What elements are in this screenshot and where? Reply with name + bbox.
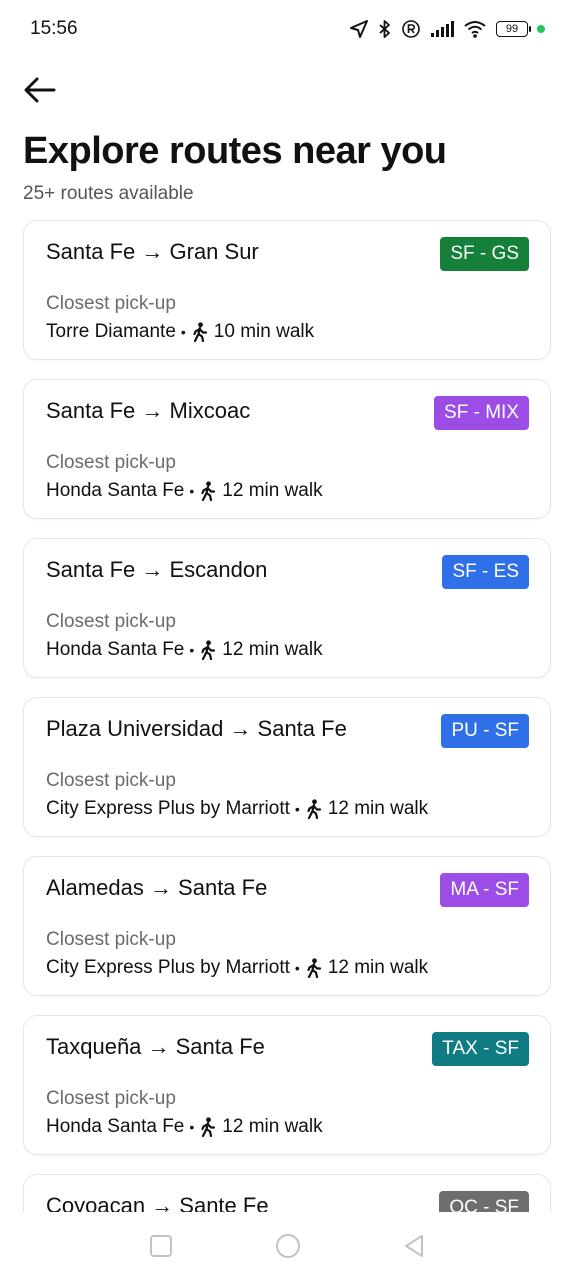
back-button[interactable] <box>20 70 60 110</box>
pickup-place: Honda Santa Fe <box>46 639 185 660</box>
pickup-info: Honda Santa Fe • 12 min walk <box>46 639 323 661</box>
pickup-info: Torre Diamante • 10 min walk <box>46 321 314 343</box>
route-card[interactable]: Alamedas → Santa Fe MA - SF Closest pick… <box>23 856 551 996</box>
route-badge: MA - SF <box>440 873 529 907</box>
green-dot <box>537 25 545 33</box>
route-badge: PU - SF <box>441 714 529 748</box>
separator-dot: • <box>294 801 300 817</box>
pickup-place: City Express Plus by Marriott <box>46 957 290 978</box>
separator-dot: • <box>189 642 195 658</box>
separator-dot: • <box>189 483 195 499</box>
location-arrow-icon <box>350 20 368 38</box>
route-card[interactable]: Santa Fe → Escandon SF - ES Closest pick… <box>23 538 551 678</box>
walking-person-icon <box>199 640 217 660</box>
walk-time: 12 min walk <box>222 480 323 501</box>
route-card[interactable]: Plaza Universidad → Santa Fe PU - SF Clo… <box>23 697 551 837</box>
status-bar: 15:56 99 <box>0 0 575 58</box>
walking-person-icon <box>199 481 217 501</box>
signal-icon <box>431 21 454 37</box>
walk-time: 12 min walk <box>222 639 323 660</box>
route-badge: SF - ES <box>442 555 529 589</box>
route-name: Santa Fe → Escandon <box>46 557 268 582</box>
arrow-left-icon <box>24 77 56 103</box>
walking-person-icon <box>191 322 209 342</box>
routes-list[interactable]: Santa Fe → Gran Sur SF - GS Closest pick… <box>0 218 575 1212</box>
pickup-info: City Express Plus by Marriott • 12 min w… <box>46 798 428 820</box>
pickup-label: Closest pick-up <box>46 1088 176 1109</box>
pickup-info: City Express Plus by Marriott • 12 min w… <box>46 957 428 979</box>
walk-time: 12 min walk <box>222 1116 323 1137</box>
pickup-label: Closest pick-up <box>46 293 176 314</box>
battery-icon: 99 <box>496 21 531 37</box>
pickup-place: Honda Santa Fe <box>46 480 185 501</box>
system-nav-bar <box>0 1212 575 1280</box>
route-name: Coyoacan → Sante Fe <box>46 1193 269 1212</box>
wifi-icon <box>464 21 486 38</box>
route-name: Plaza Universidad → Santa Fe <box>46 716 347 741</box>
pickup-label: Closest pick-up <box>46 611 176 632</box>
route-card[interactable]: Santa Fe → Gran Sur SF - GS Closest pick… <box>23 220 551 360</box>
status-icons: 99 <box>349 19 545 39</box>
route-card[interactable]: Taxqueña → Santa Fe TAX - SF Closest pic… <box>23 1015 551 1155</box>
status-time: 15:56 <box>30 18 78 39</box>
pickup-place: City Express Plus by Marriott <box>46 798 290 819</box>
pickup-label: Closest pick-up <box>46 770 176 791</box>
bluetooth-icon <box>379 20 390 38</box>
pickup-label: Closest pick-up <box>46 929 176 950</box>
back-triangle-icon[interactable] <box>402 1233 428 1259</box>
pickup-place: Torre Diamante <box>46 321 176 342</box>
pickup-label: Closest pick-up <box>46 452 176 473</box>
pickup-place: Honda Santa Fe <box>46 1116 185 1137</box>
route-card[interactable]: Santa Fe → Mixcoac SF - MIX Closest pick… <box>23 379 551 519</box>
route-badge: TAX - SF <box>432 1032 529 1066</box>
pickup-info: Honda Santa Fe • 12 min walk <box>46 480 323 502</box>
route-badge: SF - GS <box>440 237 529 271</box>
page-title: Explore routes near you <box>23 130 447 172</box>
walking-person-icon <box>305 799 323 819</box>
recent-apps-icon[interactable] <box>148 1233 174 1259</box>
walking-person-icon <box>305 958 323 978</box>
routes-count-subtitle: 25+ routes available <box>23 183 194 204</box>
walk-time: 10 min walk <box>213 321 315 342</box>
walking-person-icon <box>199 1117 217 1137</box>
route-badge: SF - MIX <box>434 396 529 430</box>
route-badge: OC - SF <box>439 1191 529 1212</box>
pickup-info: Honda Santa Fe • 12 min walk <box>46 1116 323 1138</box>
route-name: Santa Fe → Mixcoac <box>46 398 251 423</box>
separator-dot: • <box>180 324 186 340</box>
route-name: Santa Fe → Gran Sur <box>46 239 259 264</box>
separator-dot: • <box>294 960 300 976</box>
walk-time: 12 min walk <box>327 957 429 978</box>
walk-time: 12 min walk <box>327 798 429 819</box>
route-name: Alamedas → Santa Fe <box>46 875 268 900</box>
separator-dot: • <box>189 1119 195 1135</box>
registered-icon <box>402 20 420 38</box>
home-icon[interactable] <box>274 1232 302 1260</box>
route-name: Taxqueña → Santa Fe <box>46 1034 265 1059</box>
route-card[interactable]: Coyoacan → Sante Fe OC - SF <box>23 1174 551 1212</box>
battery-level: 99 <box>505 23 519 35</box>
